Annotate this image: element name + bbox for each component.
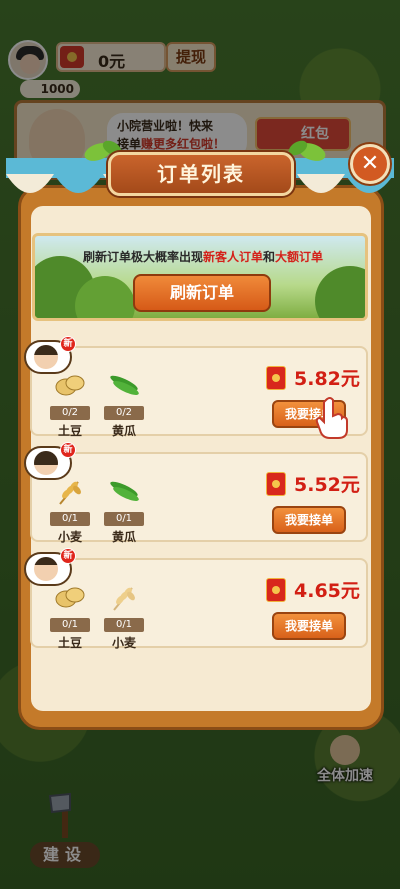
customer-face bbox=[34, 557, 58, 581]
refresh-promo-banner: 刷新订单极大概率出现新客人订单和大额订单 刷新订单 bbox=[32, 233, 368, 321]
red-packet-icon bbox=[266, 578, 286, 602]
reward-amount: 5.52元 bbox=[294, 474, 360, 496]
potato-icon bbox=[55, 587, 85, 608]
order-item: 0/1 土豆 bbox=[50, 582, 90, 651]
red-packet-icon bbox=[266, 366, 286, 390]
wheat-icon bbox=[59, 481, 81, 505]
wheat-icon bbox=[113, 587, 135, 611]
customer-avatar: 新 bbox=[24, 442, 76, 480]
order-item: 0/2 黄瓜 bbox=[104, 370, 144, 439]
item-count: 0/2 bbox=[50, 406, 90, 420]
accept-order-button[interactable]: 我要接单 bbox=[272, 506, 346, 534]
promo-text-a: 刷新订单极大概率出现 bbox=[82, 250, 203, 264]
item-name: 小麦 bbox=[57, 530, 82, 544]
item-count: 0/2 bbox=[104, 406, 144, 420]
close-button[interactable]: ✕ bbox=[350, 144, 390, 184]
reward-amount: 5.82元 bbox=[294, 368, 360, 390]
order-reward: 4.65元 bbox=[266, 578, 366, 606]
reward-amount: 4.65元 bbox=[294, 580, 360, 602]
order-item: 0/1 小麦 bbox=[104, 582, 144, 651]
red-packet-icon bbox=[266, 472, 286, 496]
new-badge: 新 bbox=[60, 548, 76, 564]
order-card: 新 0/1 土豆 0/1 小麦 4.65元 我要接单 bbox=[24, 548, 368, 651]
order-card: 新 0/1 小麦 0/1 黄瓜 5.52元 我要接单 bbox=[24, 442, 368, 545]
promo-text-b: 新客人订单 bbox=[202, 250, 263, 264]
item-name: 小麦 bbox=[111, 636, 136, 650]
item-count: 0/1 bbox=[50, 512, 90, 526]
customer-face bbox=[34, 451, 58, 475]
item-name: 土豆 bbox=[57, 636, 82, 650]
order-reward: 5.82元 bbox=[266, 366, 366, 394]
item-count: 0/1 bbox=[104, 512, 144, 526]
accept-order-button[interactable]: 我要接单 bbox=[272, 612, 346, 640]
tree-decoration bbox=[75, 276, 135, 318]
refresh-orders-button[interactable]: 刷新订单 bbox=[133, 274, 271, 312]
new-badge: 新 bbox=[60, 442, 76, 458]
new-badge: 新 bbox=[60, 336, 76, 352]
item-name: 黄瓜 bbox=[111, 424, 136, 438]
order-item: 0/1 小麦 bbox=[50, 476, 90, 545]
promo-text-c: 和 bbox=[263, 250, 276, 264]
potato-icon bbox=[55, 375, 85, 396]
item-name: 土豆 bbox=[57, 424, 82, 438]
customer-avatar: 新 bbox=[24, 548, 76, 586]
modal-title: 订单列表 bbox=[108, 152, 294, 196]
tree-decoration bbox=[315, 266, 365, 318]
item-count: 0/1 bbox=[104, 618, 144, 632]
order-item: 0/1 黄瓜 bbox=[104, 476, 144, 545]
order-item: 0/2 土豆 bbox=[50, 370, 90, 439]
cucumber-icon bbox=[110, 375, 139, 395]
promo-text-d: 大额订单 bbox=[275, 250, 324, 264]
leaf-decoration-right bbox=[288, 140, 326, 161]
pointing-hand-icon bbox=[315, 397, 348, 439]
promo-headline: 刷新订单极大概率出现新客人订单和大额订单 bbox=[35, 248, 365, 265]
order-reward: 5.52元 bbox=[266, 472, 366, 500]
customer-face bbox=[34, 345, 58, 369]
item-name: 黄瓜 bbox=[111, 530, 136, 544]
cucumber-icon bbox=[110, 481, 139, 501]
customer-avatar: 新 bbox=[24, 336, 76, 374]
item-count: 0/1 bbox=[50, 618, 90, 632]
